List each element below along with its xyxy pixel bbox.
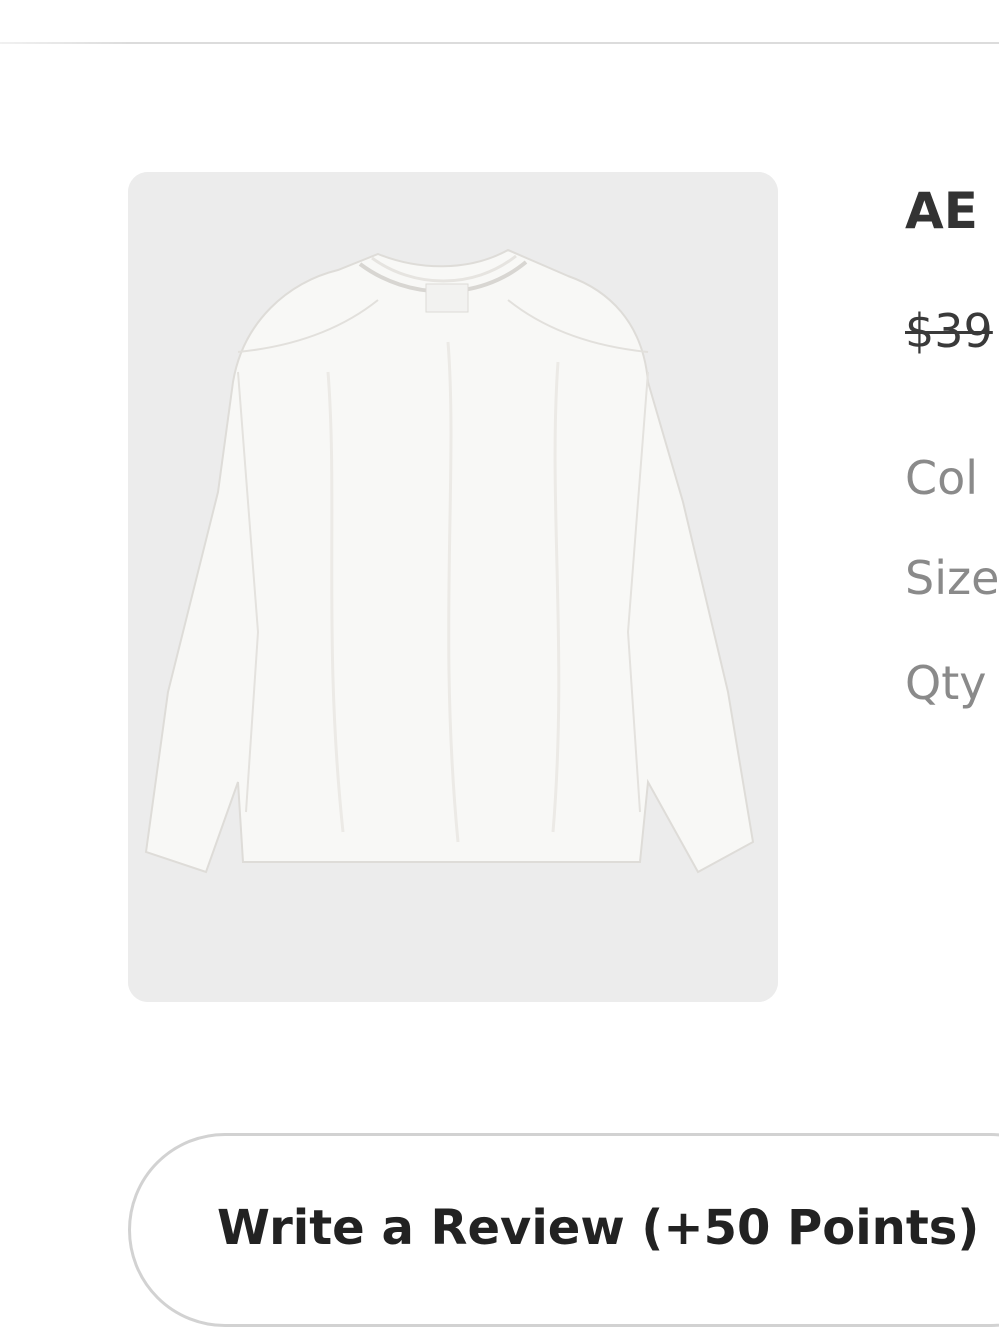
- size-label: Size: [905, 551, 999, 605]
- shirt-illustration: [128, 172, 778, 1002]
- write-review-button[interactable]: Write a Review (+50 Points): [128, 1133, 999, 1327]
- color-label: Col: [905, 451, 979, 505]
- product-image[interactable]: [128, 172, 778, 1002]
- top-divider: [0, 42, 999, 44]
- product-price: $39: [905, 304, 993, 358]
- write-review-label: Write a Review (+50 Points): [217, 1200, 980, 1256]
- product-name: AE: [905, 182, 978, 240]
- order-item-page: AE $39 Col Size Qty Write a Review (+50 …: [0, 0, 999, 1333]
- qty-label: Qty: [905, 656, 987, 710]
